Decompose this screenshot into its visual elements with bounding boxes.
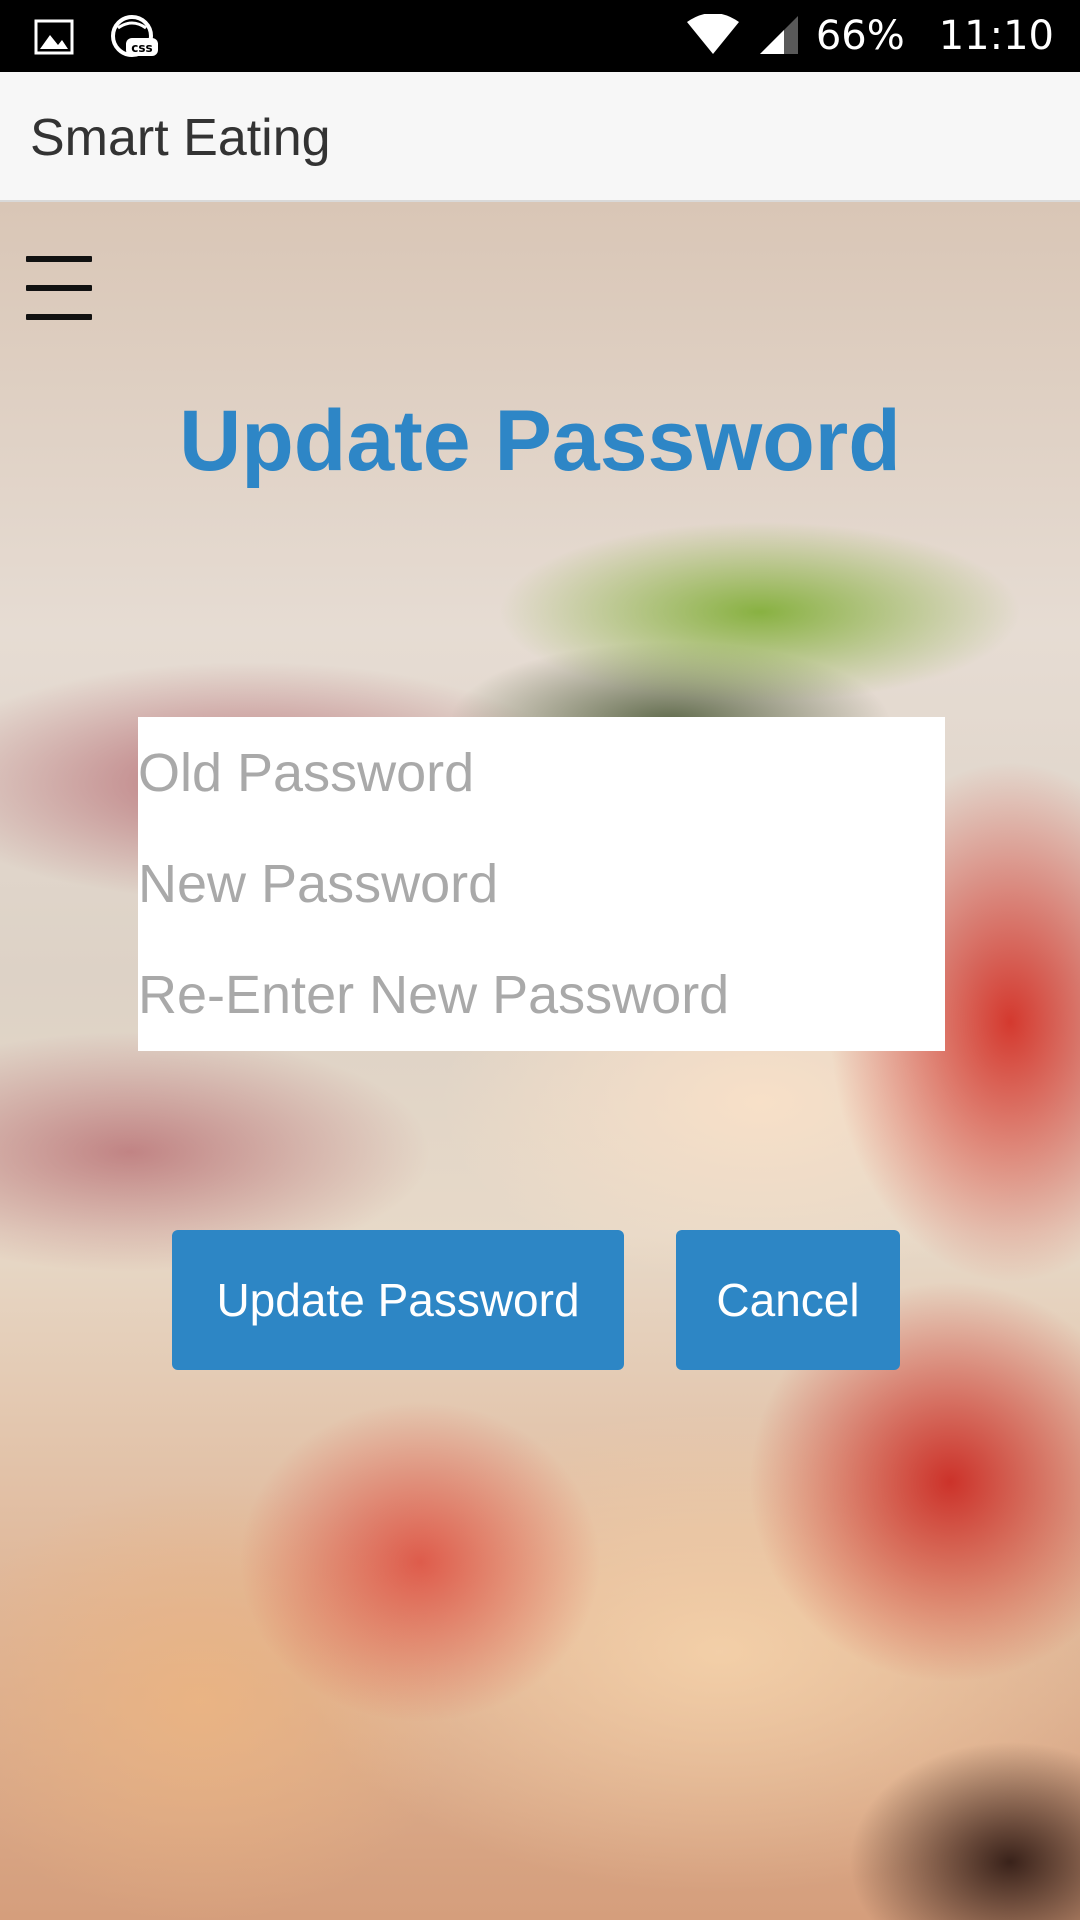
hamburger-menu-icon[interactable] (26, 256, 92, 320)
page-title: Update Password (179, 393, 901, 489)
password-form (138, 717, 945, 1051)
food-background: Update Password Update Password Cancel (0, 202, 1080, 1920)
svg-text:css: css (131, 41, 152, 55)
gallery-icon (34, 19, 74, 60)
css-app-icon: css (108, 14, 160, 65)
old-password-input[interactable] (138, 717, 945, 828)
app-title: Smart Eating (30, 109, 331, 167)
status-bar-notifications: css (34, 14, 160, 65)
status-bar: css 66% 11:10 (0, 0, 1080, 72)
update-password-button[interactable]: Update Password (172, 1230, 624, 1370)
status-bar-system: 66% 11:10 (686, 0, 1054, 72)
menu-bar-top (26, 256, 92, 262)
cancel-button[interactable]: Cancel (676, 1230, 900, 1370)
app-bar: Smart Eating (0, 72, 1080, 202)
menu-bar-middle (26, 285, 92, 291)
wifi-icon (686, 12, 740, 59)
battery-level: 66% (815, 13, 905, 59)
clock: 11:10 (938, 13, 1054, 59)
cell-signal-icon (758, 14, 798, 59)
confirm-password-input[interactable] (138, 939, 945, 1050)
new-password-input[interactable] (138, 828, 945, 939)
menu-bar-bottom (26, 314, 92, 320)
